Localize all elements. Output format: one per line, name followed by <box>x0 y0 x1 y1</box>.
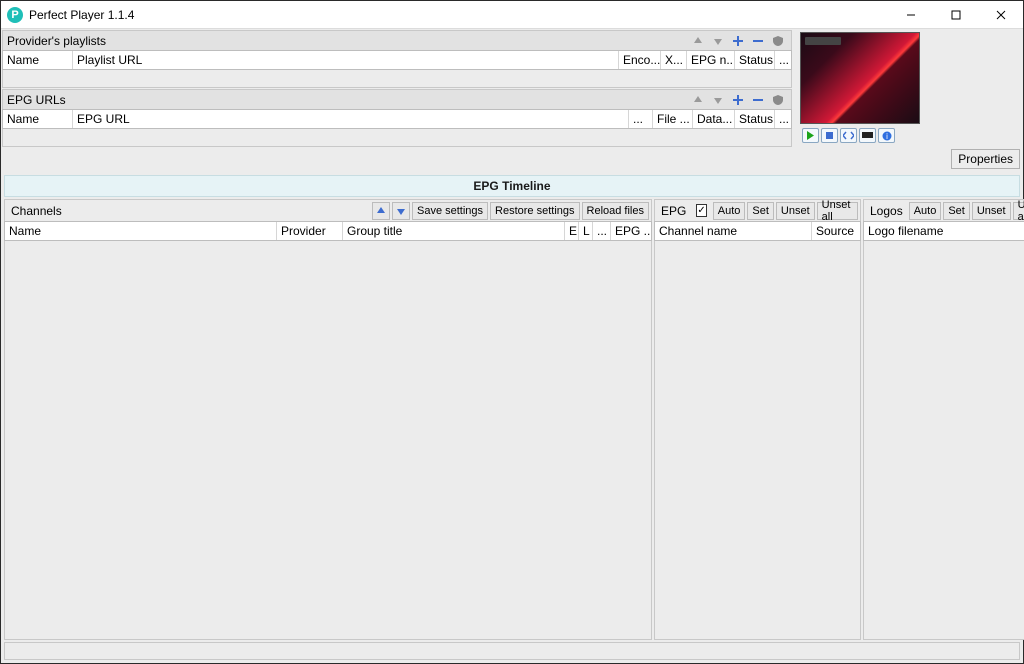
epg-timeline-bar[interactable]: EPG Timeline <box>4 175 1020 197</box>
app-icon: P <box>7 7 23 23</box>
epg-set-button[interactable]: Set <box>747 202 774 220</box>
stop-button[interactable] <box>821 128 838 143</box>
logos-column: Logos Auto Set Unset Unset all Logo file… <box>863 199 1024 640</box>
ch-col-group[interactable]: Group title <box>343 222 565 240</box>
playlists-panel-title: Provider's playlists <box>7 34 689 48</box>
svg-text:i: i <box>886 132 888 141</box>
window-title: Perfect Player 1.1.4 <box>29 8 134 22</box>
logos-body[interactable] <box>863 241 1024 640</box>
move-up-button[interactable] <box>689 92 707 108</box>
add-button[interactable] <box>729 33 747 49</box>
ch-col-epg[interactable]: EPG ... <box>611 222 651 240</box>
col-more1[interactable]: ... <box>629 110 653 128</box>
col-enco[interactable]: Enco... <box>619 51 661 69</box>
save-settings-button[interactable]: Save settings <box>412 202 488 220</box>
col-epg[interactable]: EPG n... <box>687 51 735 69</box>
epg-checkbox[interactable] <box>696 204 706 217</box>
col-name[interactable]: Name <box>3 51 73 69</box>
ch-col-name[interactable]: Name <box>5 222 277 240</box>
shield-icon[interactable] <box>769 92 787 108</box>
epg-column: EPG Auto Set Unset Unset all Channel nam… <box>654 199 861 640</box>
logos-auto-button[interactable]: Auto <box>909 202 942 220</box>
epg-timeline-title: EPG Timeline <box>473 179 550 193</box>
col-more[interactable]: ... <box>775 51 791 69</box>
move-down-button[interactable] <box>392 202 410 220</box>
epg-urls-panel: EPG URLs Name EPG URL ... Fil <box>2 89 792 147</box>
logos-title: Logos <box>866 204 907 218</box>
playlists-panel: Provider's playlists Name Playlist URL E… <box>2 30 792 88</box>
epg-header-row: Name EPG URL ... File ... Data... Status… <box>2 109 792 129</box>
ch-col-l[interactable]: L <box>579 222 593 240</box>
video-preview[interactable] <box>800 32 920 124</box>
app-window: P Perfect Player 1.1.4 Provider's playli… <box>0 0 1024 664</box>
reload-files-button[interactable]: Reload files <box>582 202 649 220</box>
epg-body[interactable] <box>2 129 792 147</box>
epg-col-source[interactable]: Source <box>812 222 860 240</box>
remove-button[interactable] <box>749 33 767 49</box>
aspect-button[interactable] <box>840 128 857 143</box>
col-more2[interactable]: ... <box>775 110 791 128</box>
move-up-button[interactable] <box>372 202 390 220</box>
epg-col-title: EPG <box>657 204 690 218</box>
col-data[interactable]: Data... <box>693 110 735 128</box>
epg-panel-title: EPG URLs <box>7 93 689 107</box>
close-button[interactable] <box>978 1 1023 28</box>
move-down-button[interactable] <box>709 92 727 108</box>
logos-col-filename[interactable]: Logo filename <box>864 222 1024 240</box>
maximize-button[interactable] <box>933 1 978 28</box>
ch-col-dots[interactable]: ... <box>593 222 611 240</box>
restore-settings-button[interactable]: Restore settings <box>490 202 579 220</box>
ch-col-provider[interactable]: Provider <box>277 222 343 240</box>
remove-button[interactable] <box>749 92 767 108</box>
epg-auto-button[interactable]: Auto <box>713 202 746 220</box>
logos-set-button[interactable]: Set <box>943 202 970 220</box>
logos-unsetall-button[interactable]: Unset all <box>1013 202 1024 220</box>
shield-icon[interactable] <box>769 33 787 49</box>
col-name[interactable]: Name <box>3 110 73 128</box>
col-file[interactable]: File ... <box>653 110 693 128</box>
logos-unset-button[interactable]: Unset <box>972 202 1011 220</box>
move-down-button[interactable] <box>709 33 727 49</box>
minimize-button[interactable] <box>888 1 933 28</box>
epg-unset-button[interactable]: Unset <box>776 202 815 220</box>
properties-button[interactable]: Properties <box>951 149 1020 169</box>
col-url[interactable]: Playlist URL <box>73 51 619 69</box>
epg-body-list[interactable] <box>654 241 861 640</box>
channels-title: Channels <box>7 204 66 218</box>
epg-col-channel[interactable]: Channel name <box>655 222 812 240</box>
channels-column: Channels Save settings Restore settings … <box>4 199 652 640</box>
col-x[interactable]: X... <box>661 51 687 69</box>
titlebar: P Perfect Player 1.1.4 <box>1 1 1023 29</box>
info-button[interactable]: i <box>878 128 895 143</box>
move-up-button[interactable] <box>689 33 707 49</box>
ch-col-e[interactable]: E <box>565 222 579 240</box>
col-status[interactable]: Status <box>735 110 775 128</box>
playlists-body[interactable] <box>2 70 792 88</box>
playlists-header-row: Name Playlist URL Enco... X... EPG n... … <box>2 50 792 70</box>
col-url[interactable]: EPG URL <box>73 110 629 128</box>
screen-button[interactable] <box>859 128 876 143</box>
status-bar <box>4 642 1020 660</box>
epg-unsetall-button[interactable]: Unset all <box>817 202 858 220</box>
add-button[interactable] <box>729 92 747 108</box>
channels-body[interactable] <box>4 241 652 640</box>
col-status[interactable]: Status <box>735 51 775 69</box>
play-button[interactable] <box>802 128 819 143</box>
